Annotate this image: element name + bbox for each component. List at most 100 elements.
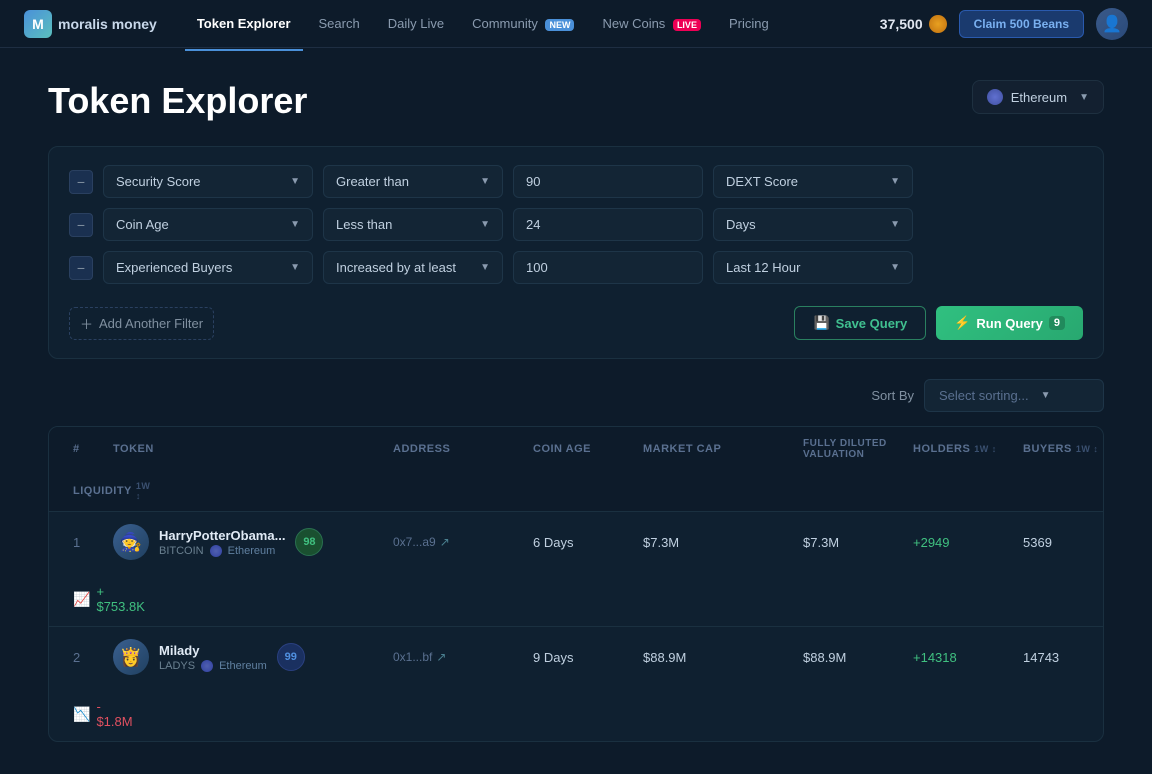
chevron-down-icon: ▼ (480, 219, 490, 230)
row-num: 2 (65, 638, 105, 677)
remove-filter-1[interactable]: − (69, 170, 93, 194)
filter-condition-3[interactable]: Increased by at least ▼ (323, 251, 503, 284)
nav-new-coins[interactable]: New Coins LIVE (590, 10, 713, 37)
external-link-icon[interactable]: ↗ (436, 650, 446, 664)
filter-field-3[interactable]: Experienced Buyers ▼ (103, 251, 313, 284)
community-badge: NEW (545, 19, 574, 31)
fdv: $88.9M (795, 638, 905, 677)
remove-filter-2[interactable]: − (69, 213, 93, 237)
nav-links: Token Explorer Search Daily Live Communi… (185, 10, 880, 37)
logo-text: moralis money (58, 16, 157, 32)
table-row[interactable]: 2 👸 Milady LADYS Ethereum 99 0x1...bf ↗ … (49, 627, 1103, 741)
address-cell: 0x7...a9 ↗ (385, 523, 525, 561)
token-chain: Ethereum (219, 660, 267, 672)
market-cap: $7.3M (635, 523, 795, 562)
page-title: Token Explorer (48, 80, 307, 122)
th-token: TOKEN (105, 427, 385, 471)
nav-search[interactable]: Search (307, 10, 372, 37)
trend-down-icon: 📉 (73, 706, 90, 723)
row-num: 1 (65, 523, 105, 562)
run-query-button[interactable]: ⚡ Run Query 9 (936, 306, 1083, 340)
ethereum-icon (987, 89, 1003, 105)
plus-icon: ＋ (80, 314, 93, 333)
chevron-down-icon: ▼ (480, 176, 490, 187)
holders: +2949 (905, 523, 1015, 562)
run-query-count: 9 (1049, 316, 1065, 330)
nav-community[interactable]: Community NEW (460, 10, 586, 37)
chain-icon (210, 545, 222, 557)
chevron-down-icon: ▼ (290, 176, 300, 187)
main-content: Token Explorer Ethereum ▼ − Security Sco… (0, 48, 1152, 774)
network-selector[interactable]: Ethereum ▼ (972, 80, 1104, 114)
save-icon: 💾 (813, 315, 829, 331)
table-header: # TOKEN ADDRESS COIN AGE MARKET CAP FULL… (49, 427, 1103, 512)
chevron-down-icon: ▼ (890, 262, 900, 273)
market-cap: $88.9M (635, 638, 795, 677)
user-avatar[interactable]: 👤 (1096, 8, 1128, 40)
coin-age: 9 Days (525, 638, 635, 677)
th-num: # (65, 427, 105, 471)
filter-extra-1[interactable]: DEXT Score ▼ (713, 165, 913, 198)
liquidity: 📈 + $753.8K (65, 572, 105, 626)
filter-field-2[interactable]: Coin Age ▼ (103, 208, 313, 241)
sort-row: Sort By Select sorting... ▼ (48, 379, 1104, 412)
chain-icon (201, 660, 213, 672)
filter-condition-1[interactable]: Greater than ▼ (323, 165, 503, 198)
remove-filter-3[interactable]: − (69, 256, 93, 280)
new-coins-badge: LIVE (673, 19, 701, 31)
buyers: 14743 (1015, 638, 1104, 677)
chevron-down-icon: ▼ (1041, 390, 1051, 401)
sort-select[interactable]: Select sorting... ▼ (924, 379, 1104, 412)
token-sub: LADYS Ethereum (159, 660, 267, 672)
th-address: ADDRESS (385, 427, 525, 471)
buyers: 5369 (1015, 523, 1104, 562)
token-sub: BITCOIN Ethereum (159, 545, 285, 557)
chevron-down-icon: ▼ (890, 219, 900, 230)
page-header: Token Explorer Ethereum ▼ (48, 80, 1104, 122)
coin-age: 6 Days (525, 523, 635, 562)
chevron-down-icon: ▼ (290, 262, 300, 273)
liquidity: 📉 - $1.8M (65, 687, 105, 741)
nav-daily-live[interactable]: Daily Live (376, 10, 456, 37)
nav-right: 37,500 Claim 500 Beans 👤 (880, 8, 1128, 40)
filter-panel: − Security Score ▼ Greater than ▼ DEXT S… (48, 146, 1104, 359)
th-market-cap: MARKET CAP (635, 427, 795, 471)
score-badge: 99 (277, 643, 305, 671)
token-chain: Ethereum (228, 545, 276, 557)
th-liquidity[interactable]: LIQUIDITY 1W ↕ (65, 471, 105, 511)
token-cell: 👸 Milady LADYS Ethereum 99 (105, 627, 385, 687)
chevron-down-icon: ▼ (480, 262, 490, 273)
network-name: Ethereum (1011, 90, 1067, 105)
th-buyers[interactable]: BUYERS 1W ↕ (1015, 427, 1104, 471)
filter-value-1[interactable] (513, 165, 703, 198)
th-holders[interactable]: HOLDERS 1W ↕ (905, 427, 1015, 471)
nav-token-explorer[interactable]: Token Explorer (185, 10, 303, 37)
filter-extra-3[interactable]: Last 12 Hour ▼ (713, 251, 913, 284)
th-fdv: FULLY DILUTED VALUATION (795, 427, 905, 471)
token-avatar: 🧙 (113, 524, 149, 560)
table-row[interactable]: 1 🧙 HarryPotterObama... BITCOIN Ethereum… (49, 512, 1103, 627)
filter-condition-2[interactable]: Less than ▼ (323, 208, 503, 241)
token-ticker: LADYS (159, 660, 195, 672)
fdv: $7.3M (795, 523, 905, 562)
token-table: # TOKEN ADDRESS COIN AGE MARKET CAP FULL… (48, 426, 1104, 742)
bean-icon (929, 15, 947, 33)
filter-value-2[interactable] (513, 208, 703, 241)
address-text: 0x1...bf (393, 650, 432, 664)
chevron-down-icon: ▼ (290, 219, 300, 230)
save-query-button[interactable]: 💾 Save Query (794, 306, 926, 340)
claim-beans-button[interactable]: Claim 500 Beans (959, 10, 1084, 38)
run-icon: ⚡ (954, 315, 970, 331)
external-link-icon[interactable]: ↗ (440, 535, 450, 549)
filter-extra-2[interactable]: Days ▼ (713, 208, 913, 241)
chevron-down-icon: ▼ (890, 176, 900, 187)
filter-row-1: − Security Score ▼ Greater than ▼ DEXT S… (69, 165, 1083, 198)
add-filter-button[interactable]: ＋ Add Another Filter (69, 307, 214, 340)
bean-count: 37,500 (880, 15, 947, 33)
score-badge: 98 (295, 528, 323, 556)
filter-value-3[interactable] (513, 251, 703, 284)
filter-field-1[interactable]: Security Score ▼ (103, 165, 313, 198)
navbar: M moralis money Token Explorer Search Da… (0, 0, 1152, 48)
nav-logo[interactable]: M moralis money (24, 10, 157, 38)
nav-pricing[interactable]: Pricing (717, 10, 781, 37)
